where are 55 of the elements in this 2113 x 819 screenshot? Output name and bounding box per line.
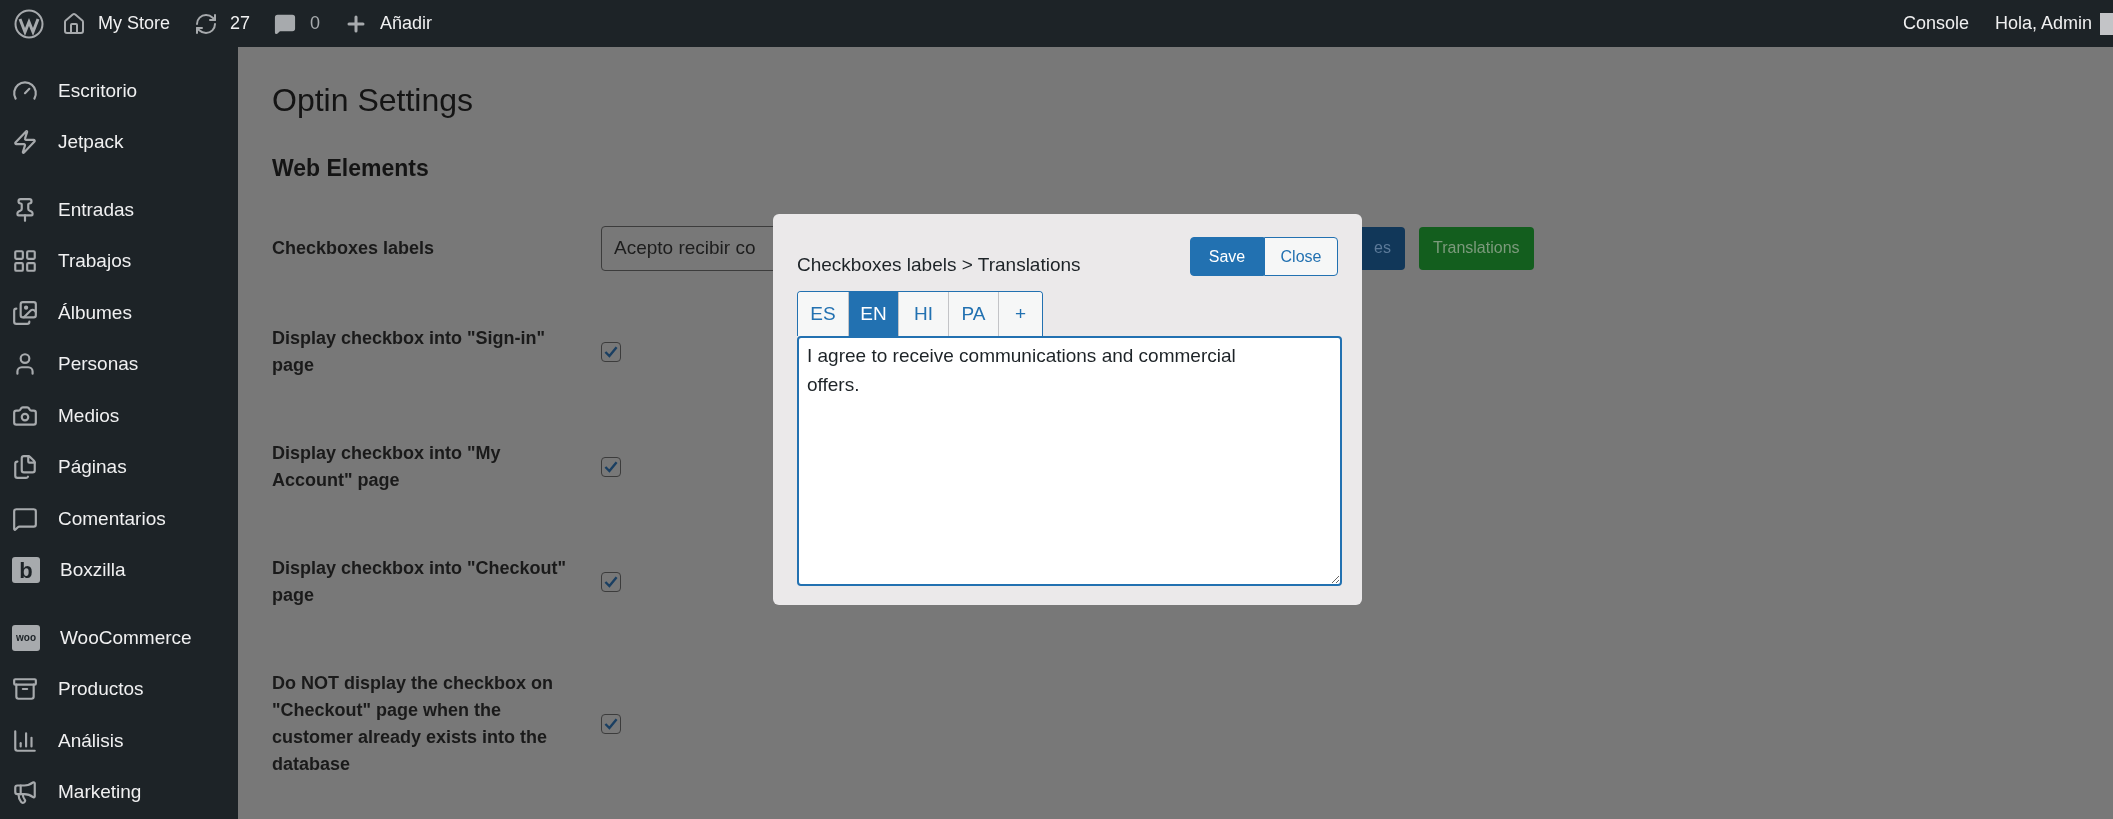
new-link[interactable]: Añadir (344, 10, 433, 37)
sidebar-item[interactable]: Escritorio (0, 65, 238, 117)
sidebar-item[interactable]: woo WooCommerce (0, 612, 238, 664)
box-icon (12, 676, 38, 703)
console-link[interactable]: Console (1902, 10, 1969, 37)
site-link[interactable]: My Store (62, 10, 171, 37)
sidebar-item[interactable]: Productos (0, 663, 238, 715)
bolt-icon (12, 129, 38, 156)
setting-label: Checkboxes labels (272, 236, 436, 260)
sidebar-item[interactable]: Trabajos (0, 235, 238, 287)
speech-bubble-icon (274, 12, 297, 35)
checkbox[interactable] (601, 572, 621, 592)
setting-label: Do NOT display the checkbox on "Checkout" page when the customer already exists into the database (272, 672, 555, 776)
comments-link[interactable]: 0 (274, 10, 321, 37)
checkbox[interactable] (601, 714, 621, 734)
woo-bubble-icon: woo (12, 624, 40, 651)
language-tab[interactable]: + (998, 292, 1042, 336)
language-tab[interactable]: ES (798, 292, 848, 336)
close-button[interactable]: Close (1264, 237, 1338, 276)
b-square-icon: b (12, 557, 40, 584)
refresh-icon (194, 11, 219, 36)
bar-chart-icon (12, 727, 38, 754)
language-tab[interactable]: EN (848, 292, 898, 336)
sidebar-item[interactable]: Páginas (0, 441, 238, 493)
sidebar-item[interactable]: Personas (0, 338, 238, 390)
translation-textarea[interactable]: I agree to receive communications and commercial offers. (797, 336, 1342, 586)
setting-label: Display checkbox into "My Account" page (272, 442, 502, 492)
dialog-title: Checkboxes labels > Translations (797, 253, 1081, 278)
avatar-icon[interactable] (2100, 12, 2113, 35)
pages-icon (12, 454, 38, 481)
grid-icon (12, 248, 38, 275)
language-tab[interactable]: PA (948, 292, 998, 336)
sidebar-item[interactable]: Álbumes (0, 287, 238, 339)
setting-label: Display checkbox into "Sign-in" page (272, 327, 547, 377)
home-icon (62, 11, 86, 36)
sidebar-item[interactable]: Jetpack (0, 116, 238, 168)
megaphone-icon (12, 779, 38, 806)
speech-bubble-icon (12, 505, 38, 532)
sidebar-item[interactable]: Entradas (0, 184, 238, 236)
section-heading: Web Elements (272, 154, 430, 183)
sidebar-item[interactable]: Análisis (0, 715, 238, 767)
sidebar-item[interactable]: Marketing (0, 766, 238, 818)
sidebar-item[interactable]: Medios (0, 390, 238, 442)
setting-label: Display checkbox into "Checkout" page (272, 557, 568, 607)
updates-link[interactable]: 27 (194, 10, 251, 37)
account-link[interactable]: Hola, Admin (1994, 10, 2092, 37)
checkbox[interactable] (601, 457, 621, 477)
language-tab[interactable]: HI (898, 292, 948, 336)
images-icon (12, 299, 38, 326)
save-button[interactable]: Save (1190, 237, 1264, 276)
logo-icon[interactable] (14, 8, 44, 39)
sidebar-item[interactable]: b Boxzilla (0, 544, 238, 596)
page-title: Optin Settings (272, 81, 474, 120)
sidebar-item[interactable]: Comentarios (0, 493, 238, 545)
checkbox[interactable] (601, 342, 621, 362)
